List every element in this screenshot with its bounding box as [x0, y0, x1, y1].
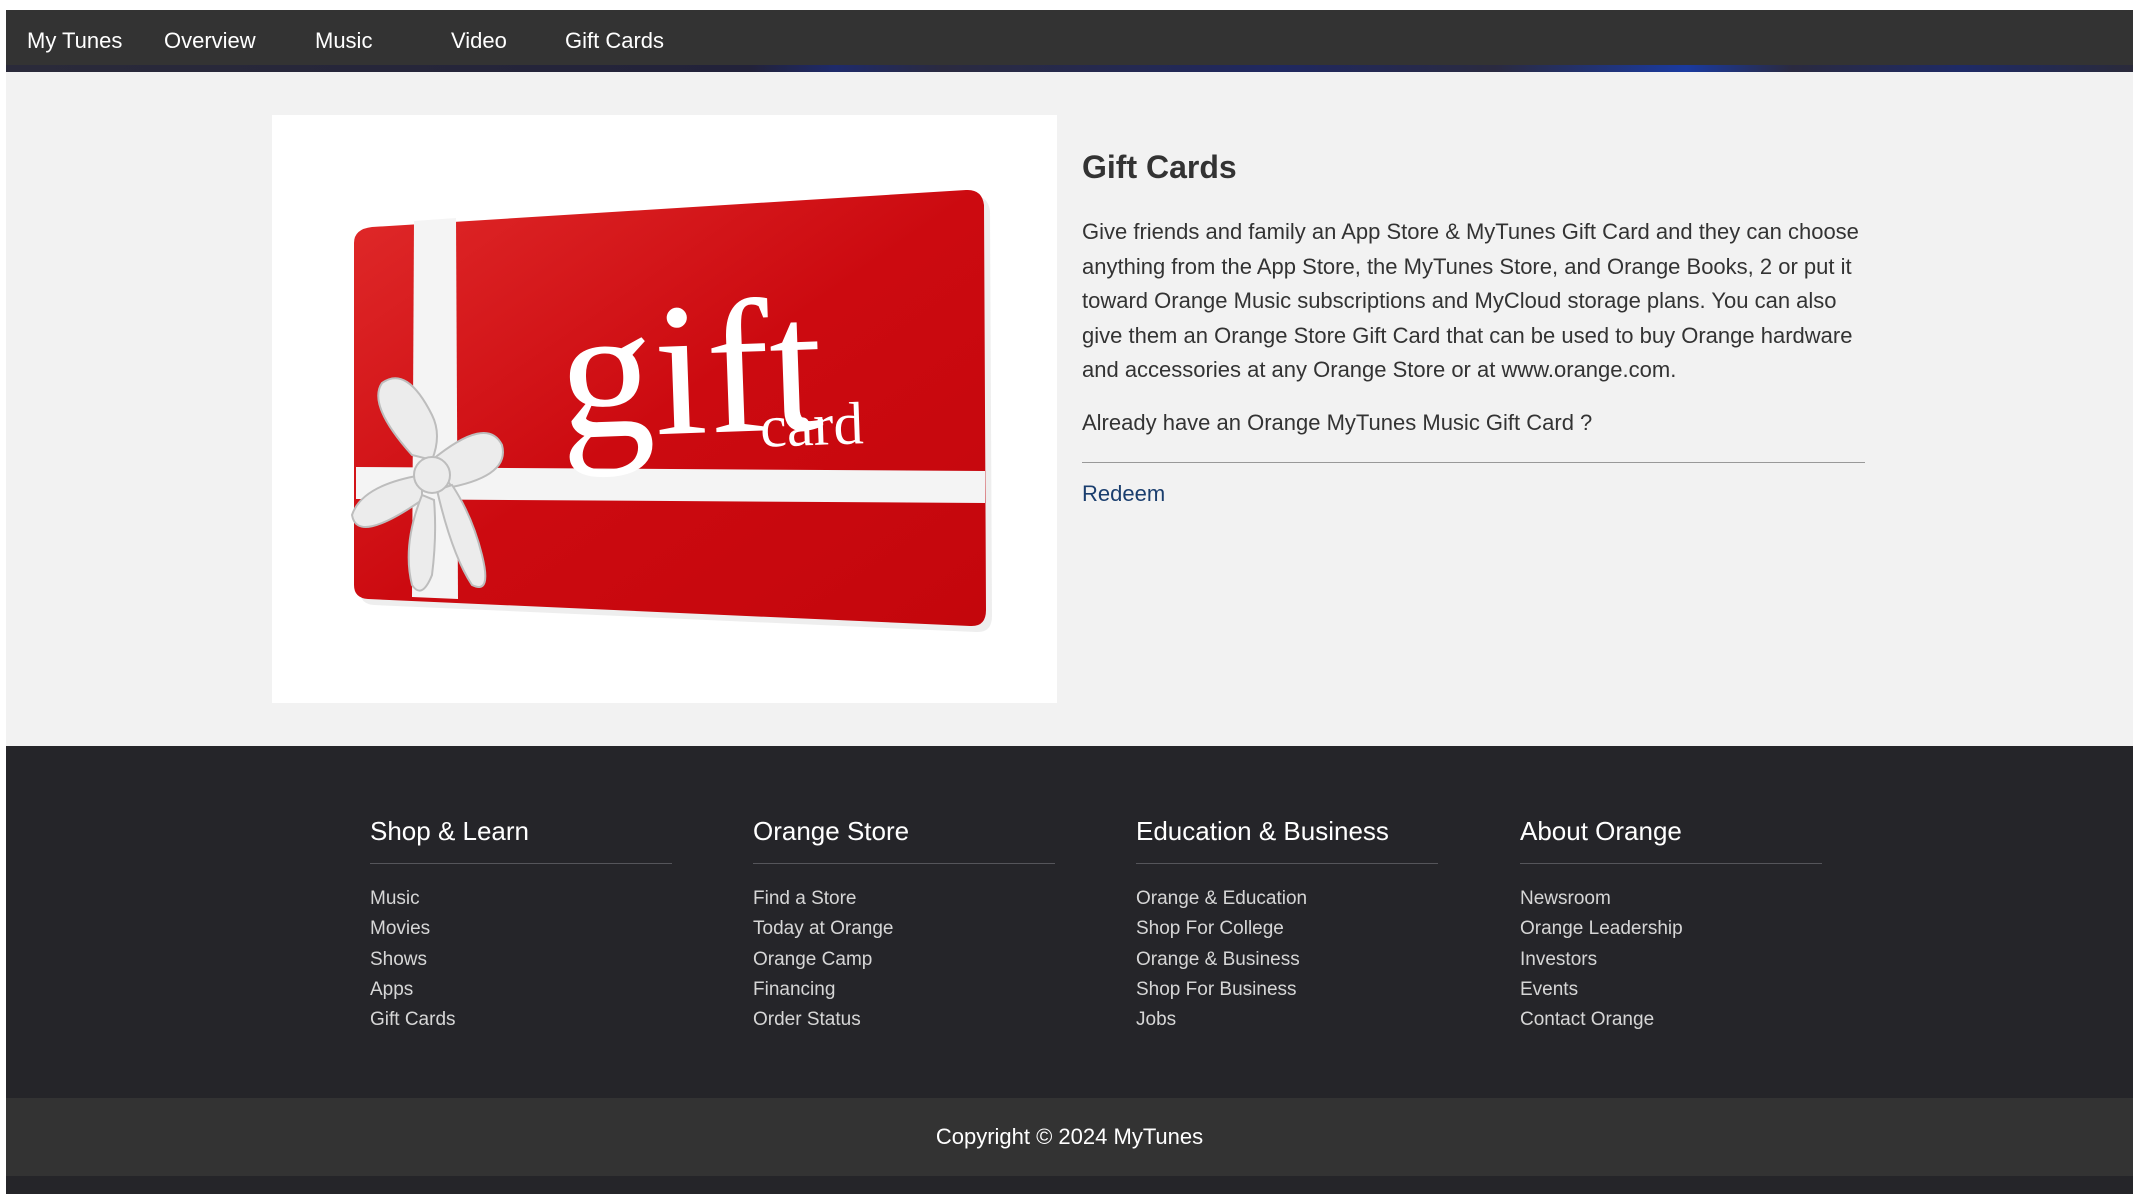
top-navigation: My Tunes Overview Music Video Gift Cards: [6, 10, 2133, 72]
page-frame: My Tunes Overview Music Video Gift Cards: [6, 10, 2133, 1194]
nav-item-music[interactable]: Music: [315, 28, 372, 54]
bottom-strip: [6, 1176, 2133, 1194]
footer-link-shows[interactable]: Shows: [370, 945, 672, 975]
footer-link-jobs[interactable]: Jobs: [1136, 1005, 1438, 1035]
footer-heading: Orange Store: [753, 815, 1055, 864]
nav-brand-my-tunes[interactable]: My Tunes: [27, 28, 122, 54]
footer-link-orange-business[interactable]: Orange & Business: [1136, 945, 1438, 975]
page-title: Gift Cards: [1082, 149, 1237, 185]
footer-link-today-at-orange[interactable]: Today at Orange: [753, 914, 1055, 944]
copyright-text: Copyright © 2024 MyTunes: [935, 1124, 1204, 1149]
footer-link-investors[interactable]: Investors: [1520, 945, 1822, 975]
site-footer: Shop & Learn Music Movies Shows Apps Gif…: [6, 746, 2133, 1098]
footer-link-order-status[interactable]: Order Status: [753, 1005, 1055, 1035]
footer-link-shop-for-college[interactable]: Shop For College: [1136, 914, 1438, 944]
footer-column-education-business: Education & Business Orange & Education …: [1136, 815, 1438, 1035]
footer-column-about-orange: About Orange Newsroom Orange Leadership …: [1520, 815, 1822, 1035]
footer-link-contact-orange[interactable]: Contact Orange: [1520, 1005, 1822, 1035]
footer-link-newsroom[interactable]: Newsroom: [1520, 884, 1822, 914]
footer-link-apps[interactable]: Apps: [370, 975, 672, 1005]
footer-column-orange-store: Orange Store Find a Store Today at Orang…: [753, 815, 1055, 1035]
footer-link-events[interactable]: Events: [1520, 975, 1822, 1005]
footer-link-shop-for-business[interactable]: Shop For Business: [1136, 975, 1438, 1005]
nav-item-gift-cards[interactable]: Gift Cards: [565, 28, 664, 54]
footer-link-gift-cards[interactable]: Gift Cards: [370, 1005, 672, 1035]
content-divider: [1082, 461, 1865, 463]
footer-link-find-a-store[interactable]: Find a Store: [753, 884, 1055, 914]
copyright-bar: Copyright © 2024 MyTunes: [6, 1098, 2133, 1176]
footer-link-orange-education[interactable]: Orange & Education: [1136, 884, 1438, 914]
gift-card-illustration: gift card: [350, 189, 992, 633]
nav-item-overview[interactable]: Overview: [164, 28, 256, 54]
footer-link-movies[interactable]: Movies: [370, 914, 672, 944]
gift-cards-description: Give friends and family an App Store & M…: [1082, 219, 1859, 382]
footer-link-orange-camp[interactable]: Orange Camp: [753, 945, 1055, 975]
nav-item-video[interactable]: Video: [451, 28, 507, 54]
footer-link-financing[interactable]: Financing: [753, 975, 1055, 1005]
footer-link-music[interactable]: Music: [370, 884, 672, 914]
footer-heading: About Orange: [1520, 815, 1822, 864]
gift-cards-info: Gift Cards Give friends and family an Ap…: [1082, 147, 1867, 509]
card-word: card: [759, 390, 864, 460]
footer-link-orange-leadership[interactable]: Orange Leadership: [1520, 914, 1822, 944]
already-have-card-text: Already have an Orange MyTunes Music Gif…: [1082, 409, 1593, 435]
footer-heading: Shop & Learn: [370, 815, 672, 864]
footer-heading: Education & Business: [1136, 815, 1438, 864]
main-content: gift card Gift Cards Give friends and fa…: [6, 72, 2133, 744]
gift-card-image: gift card: [272, 115, 1057, 703]
footer-column-shop-learn: Shop & Learn Music Movies Shows Apps Gif…: [370, 815, 672, 1035]
redeem-link[interactable]: Redeem: [1082, 479, 1165, 509]
